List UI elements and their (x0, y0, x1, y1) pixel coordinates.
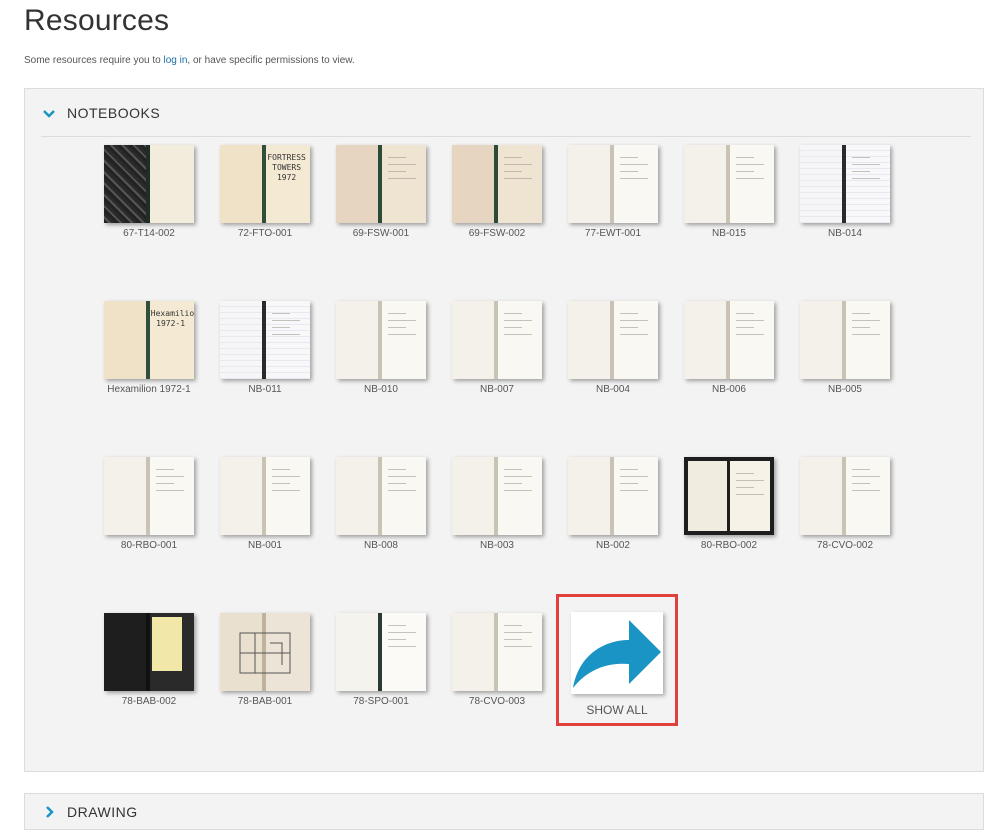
notebook-caption: NB-004 (596, 384, 630, 395)
notebook-thumbnail[interactable]: Hexamilion 1972-1 Hexamilion 1972-1 (103, 301, 195, 395)
notebook-thumbnail[interactable]: NB-010 (335, 301, 427, 395)
notebook-cover-image[interactable]: FORTRESS TOWERS 1972 (220, 145, 310, 223)
intro-text: Some resources require you to log in, or… (24, 55, 355, 66)
notebook-thumbnail[interactable]: NB-005 (799, 301, 891, 395)
notebook-caption: 78-SPO-001 (353, 696, 409, 707)
notebook-thumbnail[interactable]: NB-007 (451, 301, 543, 395)
notebook-caption: NB-006 (712, 384, 746, 395)
notebook-caption: 78-CVO-002 (816, 540, 874, 551)
notebook-caption: 80-RBO-002 (700, 540, 758, 551)
notebook-cover-image[interactable] (336, 145, 426, 223)
drawing-panel: DRAWING (24, 793, 984, 830)
notebook-thumbnail[interactable]: NB-014 (799, 145, 891, 239)
notebook-caption: NB-011 (248, 384, 282, 395)
notebook-caption: 77-EWT-001 (584, 228, 642, 239)
notebook-caption: NB-003 (480, 540, 514, 551)
login-link[interactable]: log in (164, 55, 188, 66)
notebook-cover-image[interactable] (104, 457, 194, 535)
notebook-cover-image[interactable] (568, 301, 658, 379)
notebook-thumbnail[interactable]: 69-FSW-002 (451, 145, 543, 239)
notebook-cover-image[interactable] (800, 145, 890, 223)
notebook-cover-image[interactable] (220, 613, 310, 691)
notebook-cover-image[interactable] (452, 613, 542, 691)
notebooks-panel: NOTEBOOKS 67-T14-002 FORTRESS TOWERS 1972… (24, 88, 984, 772)
notebook-caption: 69-FSW-001 (352, 228, 410, 239)
notebook-thumbnail[interactable]: 78-CVO-002 (799, 457, 891, 551)
notebook-cover-image[interactable] (568, 457, 658, 535)
notebook-cover-image[interactable] (452, 457, 542, 535)
notebook-cover-image[interactable]: Hexamilion 1972-1 (104, 301, 194, 379)
notebook-caption: 72-FTO-001 (237, 228, 293, 239)
notebook-caption: NB-001 (248, 540, 282, 551)
notebook-cover-image[interactable] (452, 145, 542, 223)
notebook-thumbnail[interactable]: NB-003 (451, 457, 543, 551)
notebook-cover-image[interactable] (336, 301, 426, 379)
notebook-cover-image[interactable] (336, 613, 426, 691)
notebook-thumbnail[interactable]: NB-008 (335, 457, 427, 551)
notebook-caption: NB-002 (596, 540, 630, 551)
notebook-cover-image[interactable] (684, 145, 774, 223)
cover-handwriting: FORTRESS TOWERS 1972 (267, 153, 306, 182)
notebook-thumbnail[interactable]: 67-T14-002 (103, 145, 195, 239)
chevron-down-icon (43, 109, 55, 118)
notebooks-title: NOTEBOOKS (67, 104, 161, 121)
notebook-thumbnail[interactable]: NB-004 (567, 301, 659, 395)
notebook-caption: 78-BAB-002 (121, 696, 177, 707)
notebook-thumbnail[interactable]: NB-015 (683, 145, 775, 239)
notebook-cover-image[interactable] (104, 145, 194, 223)
show-all-label: SHOW ALL (586, 703, 648, 717)
notebook-cover-image[interactable] (800, 457, 890, 535)
notebook-cover-image[interactable] (452, 301, 542, 379)
share-arrow-icon (571, 612, 663, 694)
notebook-thumbnail[interactable]: NB-002 (567, 457, 659, 551)
notebook-caption: 78-CVO-003 (468, 696, 526, 707)
notebook-cover-image[interactable] (684, 457, 774, 535)
notebook-thumbnail[interactable]: NB-011 (219, 301, 311, 395)
notebook-thumbnail[interactable]: 78-BAB-002 (103, 613, 195, 707)
notebook-thumbnail[interactable]: FORTRESS TOWERS 1972 72-FTO-001 (219, 145, 311, 239)
drawing-title: DRAWING (67, 803, 138, 820)
notebook-cover-image[interactable] (104, 613, 194, 691)
notebook-caption: NB-007 (480, 384, 514, 395)
notebook-caption: NB-010 (364, 384, 398, 395)
notebooks-header[interactable]: NOTEBOOKS (41, 89, 971, 137)
notebook-thumbnail[interactable]: 80-RBO-002 (683, 457, 775, 551)
notebook-cover-image[interactable] (220, 301, 310, 379)
notebook-thumbnail[interactable]: NB-001 (219, 457, 311, 551)
notebook-cover-image[interactable] (220, 457, 310, 535)
notebook-caption: 78-BAB-001 (237, 696, 293, 707)
notebook-caption: NB-014 (828, 228, 862, 239)
notebook-thumbnail[interactable]: NB-006 (683, 301, 775, 395)
notebook-cover-image[interactable] (800, 301, 890, 379)
notebook-thumbnail[interactable]: 80-RBO-001 (103, 457, 195, 551)
notebook-caption: 67-T14-002 (123, 228, 175, 239)
notebook-caption: NB-015 (712, 228, 746, 239)
notebook-thumbnail[interactable]: 77-EWT-001 (567, 145, 659, 239)
notebook-thumbnail[interactable]: 78-BAB-001 (219, 613, 311, 707)
chevron-right-icon (46, 805, 54, 818)
show-all-button[interactable]: SHOW ALL (556, 594, 678, 726)
notebook-cover-image[interactable] (568, 145, 658, 223)
notebook-cover-image[interactable] (684, 301, 774, 379)
notebook-thumbnail[interactable]: 78-CVO-003 (451, 613, 543, 707)
notebook-caption: NB-008 (364, 540, 398, 551)
notebook-caption: 80-RBO-001 (120, 540, 178, 551)
notebook-thumbnail[interactable]: 78-SPO-001 (335, 613, 427, 707)
notebook-thumbnail[interactable]: 69-FSW-001 (335, 145, 427, 239)
drawing-header[interactable]: DRAWING (41, 794, 971, 829)
cover-handwriting: Hexamilion 1972-1 (150, 309, 194, 328)
notebook-caption: 69-FSW-002 (468, 228, 526, 239)
notebook-caption: NB-005 (828, 384, 862, 395)
page-title: Resources (24, 4, 170, 37)
notebook-caption: Hexamilion 1972-1 (107, 384, 191, 395)
notebook-cover-image[interactable] (336, 457, 426, 535)
